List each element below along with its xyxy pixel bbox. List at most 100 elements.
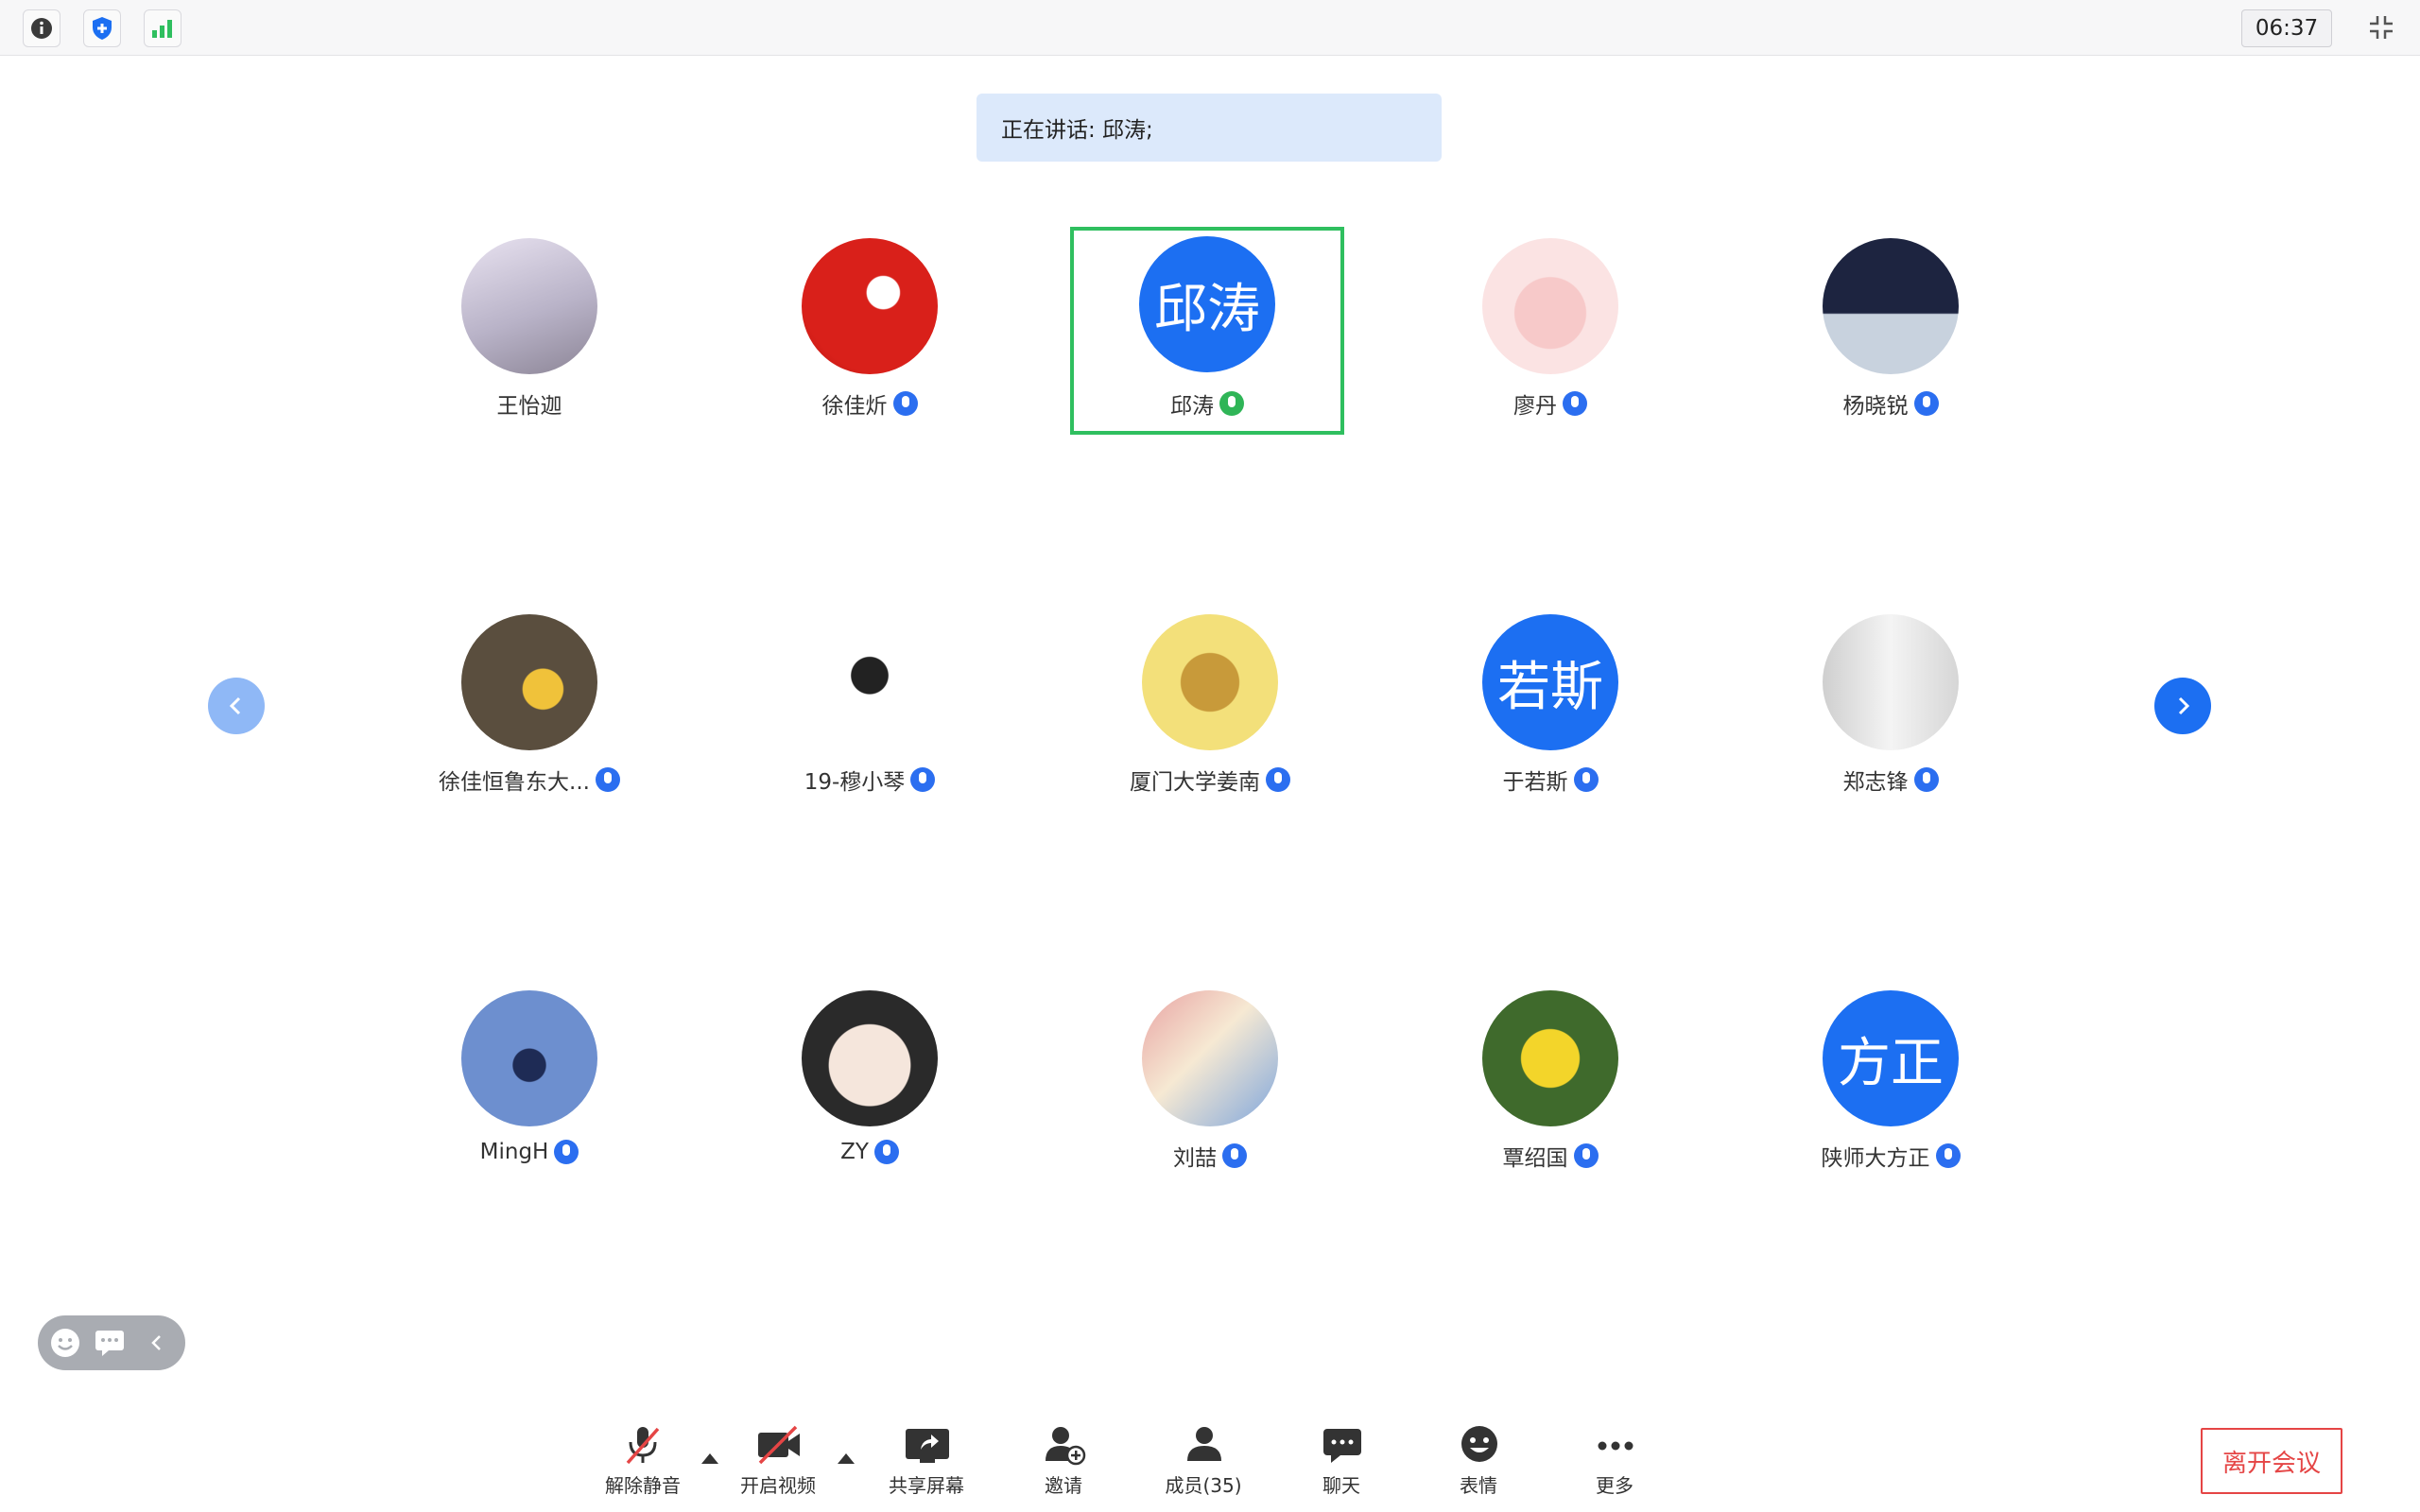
unmute-button[interactable]: 解除静音 — [591, 1418, 695, 1503]
mic-muted-icon — [595, 767, 620, 792]
mic-muted-icon — [873, 1140, 899, 1164]
video-off-icon — [758, 1425, 800, 1465]
mic-muted-icon — [910, 767, 936, 792]
chat-bubble-icon[interactable] — [95, 1329, 125, 1357]
mic-muted-icon — [1573, 1143, 1599, 1168]
participant-name: 19-穆小琴 — [804, 770, 906, 795]
avatar — [1482, 238, 1618, 374]
participant-tile[interactable]: 若斯 于若斯 — [1413, 605, 1687, 813]
invite-label: 邀请 — [1045, 1474, 1082, 1497]
participant-name: 厦门大学姜南 — [1130, 770, 1260, 795]
members-label: 成员(35) — [1165, 1474, 1242, 1497]
avatar — [1823, 238, 1959, 374]
participant-tile[interactable]: 王怡迦 — [392, 229, 666, 437]
more-button[interactable]: 更多 — [1563, 1418, 1667, 1503]
participant-tile[interactable]: 覃绍国 — [1413, 981, 1687, 1189]
start-video-label: 开启视频 — [740, 1474, 816, 1497]
participant-tile-active[interactable]: 邱涛 邱涛 — [1070, 227, 1344, 435]
info-icon[interactable] — [23, 9, 60, 47]
mic-muted-icon — [1913, 767, 1939, 792]
participant-name: 徐佳恒鲁东大... — [439, 770, 590, 795]
chevron-left-icon — [229, 696, 241, 715]
mic-muted-icon — [1935, 1143, 1961, 1168]
video-options-caret-icon[interactable] — [838, 1453, 855, 1464]
participant-tile[interactable]: 刘喆 — [1073, 981, 1347, 1189]
participant-name: ZY — [840, 1140, 869, 1164]
mic-muted-icon — [1913, 391, 1939, 416]
chat-icon — [1323, 1429, 1361, 1463]
participant-name: 刘喆 — [1173, 1146, 1217, 1171]
avatar — [1482, 990, 1618, 1126]
avatar — [1823, 614, 1959, 750]
participant-tile[interactable]: 郑志锋 — [1754, 605, 2028, 813]
participant-tile[interactable]: 杨晓锐 — [1754, 229, 2028, 437]
top-bar: 06:37 — [0, 0, 2420, 56]
collapse-left-icon[interactable] — [147, 1332, 166, 1353]
reactions-label: 表情 — [1460, 1474, 1497, 1497]
leave-meeting-button[interactable]: 离开会议 — [2201, 1428, 2342, 1494]
participant-name: 覃绍国 — [1502, 1146, 1568, 1171]
avatar — [802, 614, 938, 750]
participant-tile[interactable]: 徐佳恒鲁东大... — [392, 605, 666, 813]
avatar — [1142, 614, 1278, 750]
exit-fullscreen-icon[interactable] — [2363, 9, 2399, 45]
participant-name: 于若斯 — [1502, 770, 1568, 795]
emoji-icon — [1461, 1426, 1497, 1462]
more-label: 更多 — [1596, 1474, 1634, 1497]
floating-reaction-bar — [38, 1315, 185, 1370]
avatar: 方正 — [1823, 990, 1959, 1126]
shield-icon[interactable] — [83, 9, 121, 47]
avatar — [802, 990, 938, 1126]
avatar: 若斯 — [1482, 614, 1618, 750]
participant-tile[interactable]: ZY — [733, 981, 1007, 1189]
participant-name: 徐佳炘 — [821, 394, 888, 419]
start-video-button[interactable]: 开启视频 — [726, 1418, 830, 1503]
chat-label: 聊天 — [1322, 1474, 1360, 1497]
signal-icon[interactable] — [144, 9, 182, 47]
participant-name: 杨晓锐 — [1842, 394, 1909, 419]
speaking-banner: 正在讲话: 邱涛; — [977, 94, 1442, 162]
mic-muted-icon — [1222, 1143, 1247, 1168]
participant-tile[interactable]: 方正 陕师大方正 — [1754, 981, 2028, 1189]
participant-name: 廖丹 — [1513, 394, 1557, 419]
more-icon — [1598, 1441, 1634, 1451]
mic-muted-icon — [892, 391, 918, 416]
avatar: 邱涛 — [1139, 236, 1275, 372]
share-screen-button[interactable]: 共享屏幕 — [874, 1418, 978, 1503]
share-screen-label: 共享屏幕 — [889, 1474, 964, 1497]
next-page-button[interactable] — [2154, 678, 2211, 734]
mic-muted-icon — [554, 1140, 579, 1164]
smile-icon[interactable] — [49, 1327, 81, 1359]
mic-muted-icon — [1563, 391, 1587, 416]
share-screen-icon — [906, 1429, 949, 1463]
chat-button[interactable]: 聊天 — [1289, 1418, 1393, 1503]
members-button[interactable]: 成员(35) — [1151, 1418, 1255, 1503]
avatar — [802, 238, 938, 374]
mic-off-icon — [626, 1427, 660, 1465]
participant-tile[interactable]: 19-穆小琴 — [733, 605, 1007, 813]
add-user-icon — [1046, 1427, 1086, 1466]
prev-page-button[interactable] — [208, 678, 265, 734]
mic-speaking-icon — [1219, 391, 1244, 416]
avatar — [461, 614, 597, 750]
participant-tile[interactable]: 廖丹 — [1413, 229, 1687, 437]
participant-name: 陕师大方正 — [1821, 1146, 1930, 1171]
avatar — [1142, 990, 1278, 1126]
participant-name: 邱涛 — [1170, 394, 1214, 419]
unmute-label: 解除静音 — [605, 1474, 681, 1497]
members-icon — [1187, 1427, 1221, 1461]
participant-tile[interactable]: 徐佳炘 — [733, 229, 1007, 437]
participant-tile[interactable]: 厦门大学姜南 — [1073, 605, 1347, 813]
participant-tile[interactable]: MingH — [392, 981, 666, 1189]
mic-muted-icon — [1266, 767, 1290, 792]
participant-name: MingH — [479, 1140, 549, 1164]
reactions-button[interactable]: 表情 — [1426, 1418, 1530, 1503]
meeting-timer: 06:37 — [2241, 9, 2332, 47]
avatar — [461, 990, 597, 1126]
participant-name: 王怡迦 — [496, 394, 562, 419]
chevron-right-icon — [2178, 696, 2190, 715]
mic-muted-icon — [1573, 767, 1599, 792]
audio-options-caret-icon[interactable] — [701, 1453, 718, 1464]
invite-button[interactable]: 邀请 — [1011, 1418, 1115, 1503]
avatar — [461, 238, 597, 374]
